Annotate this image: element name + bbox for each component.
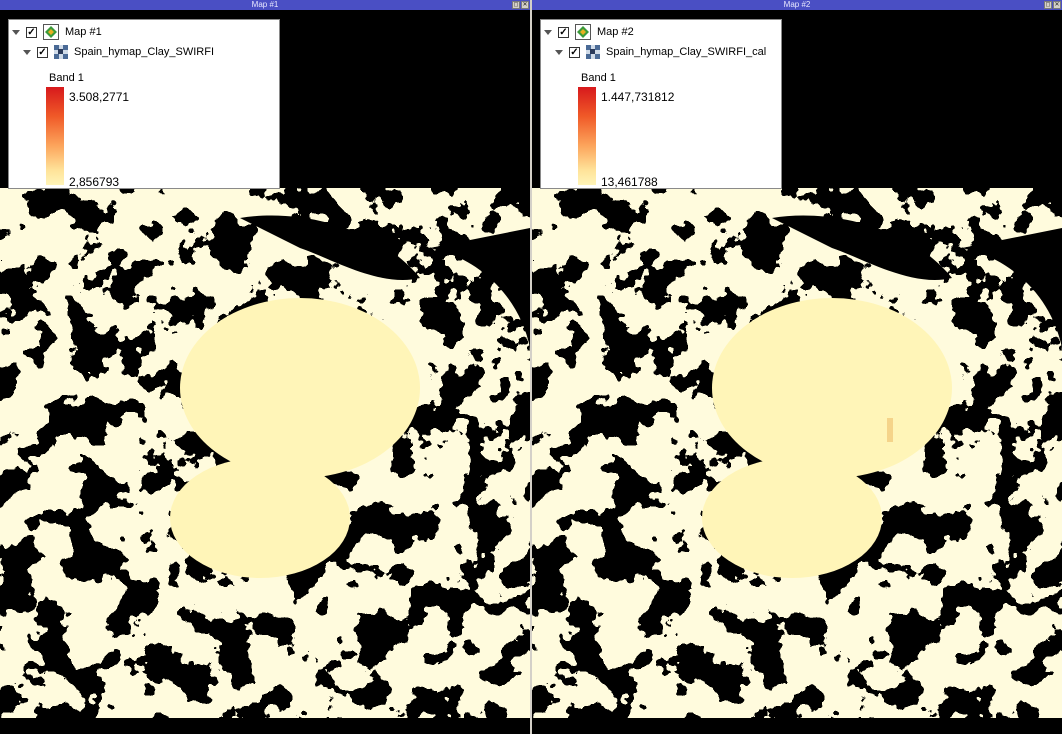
map-canvas[interactable]: ✓ Map #2 ✓ Spain_hymap_Clay_SWIRFI_cal B… bbox=[532, 10, 1062, 734]
map-tree-row[interactable]: ✓ Map #1 bbox=[12, 24, 102, 40]
window-titlebar[interactable]: Map #1 ◻ ✕ bbox=[0, 0, 530, 10]
layer-tree-row[interactable]: ✓ Spain_hymap_Clay_SWIRFI_cal bbox=[555, 44, 766, 60]
ramp-max-value: 1.447,731812 bbox=[601, 90, 675, 104]
color-ramp bbox=[46, 87, 64, 185]
map-tree-label: Map #2 bbox=[597, 26, 634, 38]
raster-layer-icon bbox=[54, 45, 68, 59]
window-title: Map #1 bbox=[251, 0, 279, 9]
map-visibility-checkbox[interactable]: ✓ bbox=[558, 26, 569, 38]
map-tree-row[interactable]: ✓ Map #2 bbox=[544, 24, 634, 40]
map-canvas[interactable]: ✓ Map #1 ✓ Spain_hymap_Clay_SWIRFI Band … bbox=[0, 10, 530, 734]
close-button[interactable]: ✕ bbox=[521, 1, 529, 9]
expand-triangle-icon[interactable] bbox=[23, 49, 31, 55]
band-label: Band 1 bbox=[49, 72, 84, 84]
layer-tree-legend: ✓ Map #2 ✓ Spain_hymap_Clay_SWIRFI_cal B… bbox=[540, 19, 782, 189]
map-window-2[interactable]: Map #2 ◻ ✕ ✓ Map #2 ✓ Spain_hymap_Clay_S… bbox=[532, 0, 1062, 734]
layer-tree-legend: ✓ Map #1 ✓ Spain_hymap_Clay_SWIRFI Band … bbox=[8, 19, 280, 189]
restore-button[interactable]: ◻ bbox=[512, 1, 520, 9]
band-label: Band 1 bbox=[581, 72, 616, 84]
raster-layer-icon bbox=[586, 45, 600, 59]
map-icon bbox=[575, 24, 591, 40]
raster-map-image bbox=[0, 188, 530, 718]
window-title: Map #2 bbox=[783, 0, 811, 9]
layer-tree-row[interactable]: ✓ Spain_hymap_Clay_SWIRFI bbox=[23, 44, 214, 60]
ramp-min-value: 13,461788 bbox=[601, 175, 658, 189]
expand-triangle-icon[interactable] bbox=[544, 29, 552, 35]
expand-triangle-icon[interactable] bbox=[555, 49, 563, 55]
layer-label: Spain_hymap_Clay_SWIRFI bbox=[74, 46, 215, 58]
color-ramp bbox=[578, 87, 596, 185]
layer-visibility-checkbox[interactable]: ✓ bbox=[569, 46, 580, 58]
raster-map-image bbox=[532, 188, 1062, 718]
ramp-min-value: 2,856793 bbox=[69, 175, 120, 189]
close-button[interactable]: ✕ bbox=[1053, 1, 1061, 9]
map-visibility-checkbox[interactable]: ✓ bbox=[26, 26, 37, 38]
layer-visibility-checkbox[interactable]: ✓ bbox=[37, 46, 48, 58]
expand-triangle-icon[interactable] bbox=[12, 29, 20, 35]
map-tree-label: Map #1 bbox=[65, 26, 102, 38]
layer-label: Spain_hymap_Clay_SWIRFI_cal bbox=[606, 46, 767, 58]
restore-button[interactable]: ◻ bbox=[1044, 1, 1052, 9]
ramp-max-value: 3.508,2771 bbox=[69, 90, 130, 104]
window-titlebar[interactable]: Map #2 ◻ ✕ bbox=[532, 0, 1062, 10]
map-window-1[interactable]: Map #1 ◻ ✕ ✓ Map #1 ✓ Spain_hymap_Clay_S… bbox=[0, 0, 530, 734]
map-icon bbox=[43, 24, 59, 40]
